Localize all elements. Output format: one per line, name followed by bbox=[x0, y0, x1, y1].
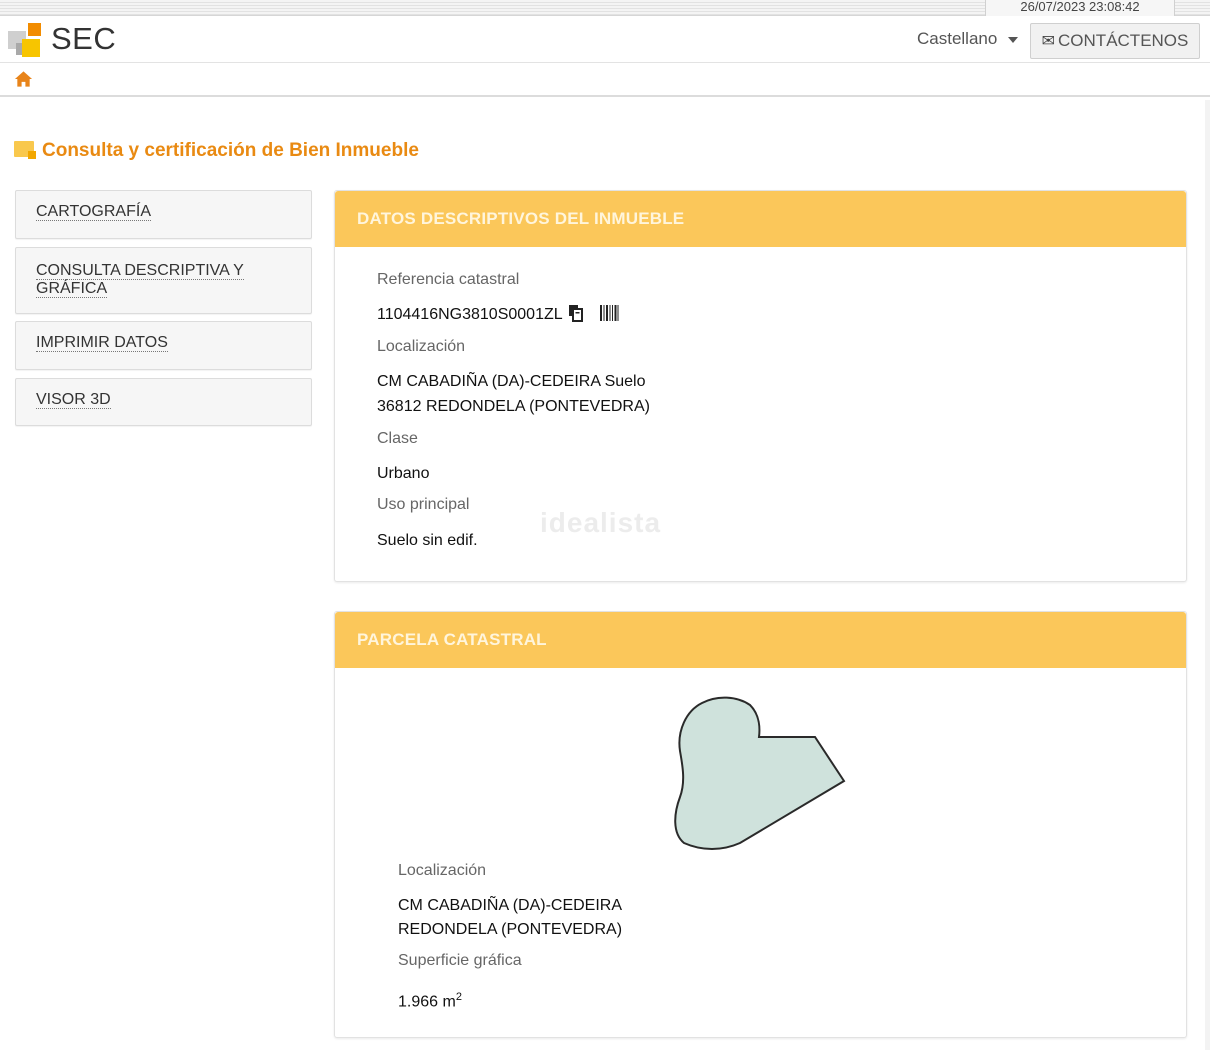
ref-value-row: 1104416NG3810S0001ZL bbox=[377, 303, 619, 327]
sidebar-item-cartografia[interactable]: CARTOGRAFÍA bbox=[15, 190, 312, 239]
language-label: Castellano bbox=[917, 29, 998, 48]
ref-value: 1104416NG3810S0001ZL bbox=[377, 306, 563, 323]
title-square-icon bbox=[14, 141, 36, 159]
watermark: idealista bbox=[540, 507, 662, 538]
home-icon[interactable] bbox=[14, 70, 33, 88]
logo-text[interactable]: SEC bbox=[51, 21, 116, 57]
top-strip: 26/07/2023 23:08:42 bbox=[0, 0, 1210, 16]
sidebar-item-label: VISOR 3D bbox=[36, 391, 111, 409]
superficie-unit-exp: 2 bbox=[455, 991, 462, 1003]
loc-value-line1: CM CABADIÑA (DA)-CEDEIRA Suelo bbox=[377, 373, 646, 390]
page-title: Consulta y certificación de Bien Inmuebl… bbox=[42, 140, 419, 161]
barcode-icon[interactable] bbox=[599, 304, 619, 322]
logo-icon[interactable] bbox=[8, 23, 44, 59]
superficie-value-row: 1.966 m2 bbox=[398, 985, 462, 1014]
panel-heading: DATOS DESCRIPTIVOS DEL INMUEBLE bbox=[335, 191, 1186, 247]
parcel-shape[interactable] bbox=[672, 693, 850, 855]
breadcrumb bbox=[0, 64, 1210, 97]
panel-heading: PARCELA CATASTRAL bbox=[335, 612, 1186, 668]
uso-value: Suelo sin edif. bbox=[377, 532, 478, 549]
scrollbar[interactable] bbox=[1205, 100, 1210, 1050]
uso-label: Uso principal bbox=[377, 496, 470, 513]
sidebar-item-label: IMPRIMIR DATOS bbox=[36, 334, 168, 352]
parcela-loc-line1: CM CABADIÑA (DA)-CEDEIRA bbox=[398, 897, 623, 914]
language-selector[interactable]: Castellano bbox=[917, 29, 1019, 49]
superficie-label: Superficie gráfica bbox=[398, 952, 522, 969]
clase-value: Urbano bbox=[377, 465, 430, 482]
sidebar-item-label: CONSULTA DESCRIPTIVA Y GRÁFICA bbox=[36, 262, 244, 298]
envelope-icon: ✉ bbox=[1041, 33, 1056, 50]
superficie-value: 1.966 m bbox=[398, 993, 456, 1011]
sidebar-item-label: CARTOGRAFÍA bbox=[36, 203, 151, 221]
loc-label: Localización bbox=[377, 338, 466, 355]
sidebar-item-consulta[interactable]: CONSULTA DESCRIPTIVA Y GRÁFICA bbox=[15, 247, 312, 314]
parcela-loc-label: Localización bbox=[398, 862, 487, 879]
ref-label: Referencia catastral bbox=[377, 271, 520, 288]
sidebar-item-visor3d[interactable]: VISOR 3D bbox=[15, 378, 312, 426]
caret-down-icon bbox=[1008, 36, 1019, 43]
contact-button[interactable]: ✉ CONTÁCTENOS bbox=[1030, 23, 1200, 59]
clase-label: Clase bbox=[377, 430, 418, 447]
datetime: 26/07/2023 23:08:42 bbox=[985, 0, 1175, 16]
header: SEC Castellano ✉ CONTÁCTENOS bbox=[0, 17, 1210, 63]
contact-label: CONTÁCTENOS bbox=[1058, 31, 1189, 50]
loc-value-line2: 36812 REDONDELA (PONTEVEDRA) bbox=[377, 398, 650, 415]
parcela-loc-line2: REDONDELA (PONTEVEDRA) bbox=[398, 921, 623, 938]
copy-icon[interactable] bbox=[567, 304, 585, 322]
sidebar-item-imprimir[interactable]: IMPRIMIR DATOS bbox=[15, 321, 312, 370]
